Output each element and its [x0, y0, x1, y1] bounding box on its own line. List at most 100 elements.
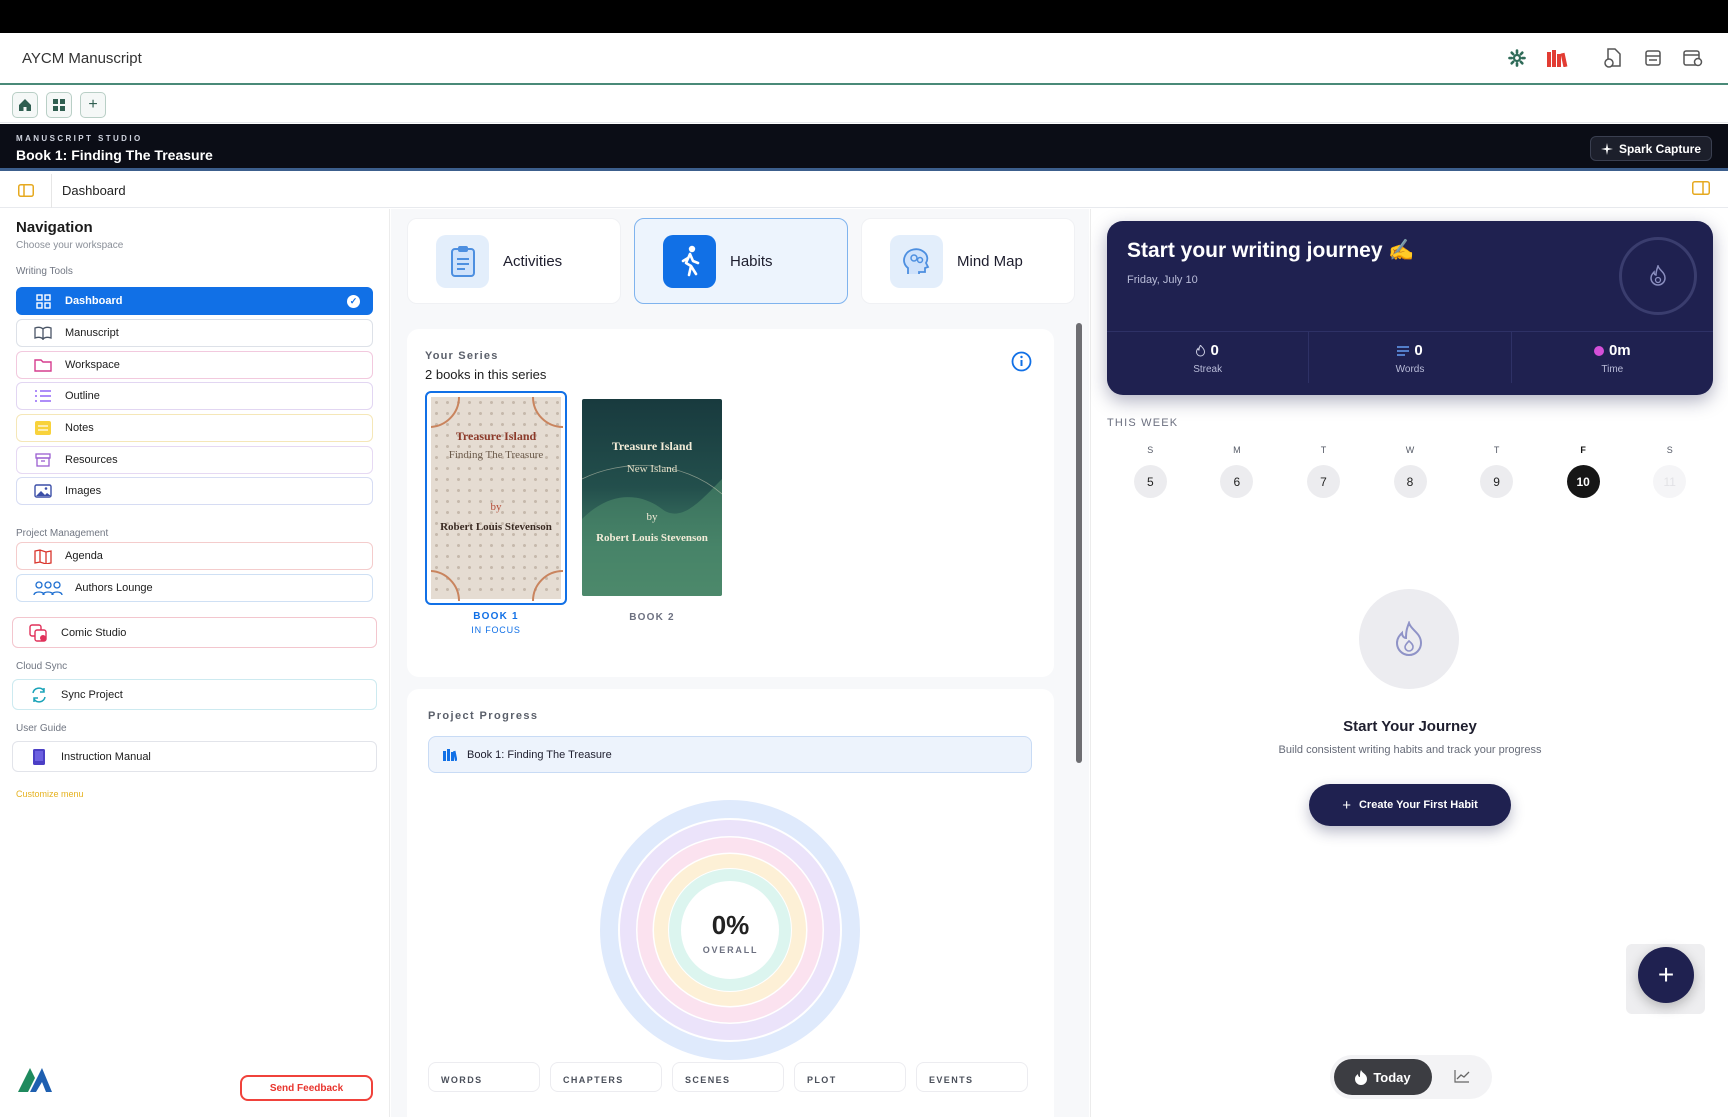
sidebar-item-authors-lounge[interactable]: Authors Lounge	[16, 574, 373, 602]
sidebar-item-label: Instruction Manual	[61, 750, 151, 763]
send-feedback-button[interactable]: Send Feedback	[240, 1075, 373, 1101]
project-progress-card: Project Progress Book 1: Finding The Tre…	[407, 689, 1054, 1117]
empty-state-subtitle: Build consistent writing habits and trac…	[1278, 744, 1542, 756]
new-tab-button[interactable]: +	[80, 91, 106, 118]
journey-card: Start your writing journey ✍ Friday, Jul…	[1107, 221, 1713, 395]
sidebar-item-sync-project[interactable]: Sync Project	[12, 679, 377, 710]
app-logo	[16, 1065, 54, 1098]
note-icon	[33, 419, 53, 437]
info-icon[interactable]	[1011, 351, 1032, 377]
book-open-icon	[33, 324, 53, 342]
cover-title: Treasure Island	[455, 429, 537, 443]
home-tab[interactable]	[12, 91, 38, 118]
sidebar-left-icon	[17, 184, 34, 197]
sidebar-item-images[interactable]: Images	[16, 477, 373, 505]
progress-book-label: Book 1: Finding The Treasure	[467, 748, 612, 761]
habits-panel: Start your writing journey ✍ Friday, Jul…	[1090, 209, 1728, 1117]
sidebar-item-resources[interactable]: Resources	[16, 446, 373, 474]
calendar-settings-icon[interactable]	[1680, 45, 1706, 71]
section-project-management: Project Management	[16, 528, 109, 539]
plus-icon: +	[1657, 959, 1675, 990]
sidebar-item-label: Outline	[65, 390, 100, 402]
sidebar-toggle[interactable]	[0, 173, 52, 208]
day-column[interactable]: T9	[1453, 435, 1540, 519]
cover-author: Robert Louis Stevenson	[596, 532, 708, 544]
day-number: 7	[1306, 465, 1340, 498]
section-cloud-sync: Cloud Sync	[16, 661, 68, 672]
sidebar-item-notes[interactable]: Notes	[16, 414, 373, 442]
flame-icon	[1395, 621, 1423, 656]
book-1[interactable]: Treasure Island Finding The Treasure by …	[425, 391, 567, 635]
words-label: Words	[1395, 364, 1425, 375]
spark-capture-button[interactable]: Spark Capture	[1589, 136, 1712, 161]
sidebar-item-comic-studio[interactable]: Comic Studio	[12, 617, 377, 648]
progress-book-selector[interactable]: Book 1: Finding The Treasure	[428, 736, 1032, 773]
sidebar-item-dashboard[interactable]: Dashboard ✓	[16, 287, 373, 315]
series-kicker: Your Series	[425, 350, 499, 362]
library-icon[interactable]	[1544, 45, 1570, 71]
cover-subtitle: Finding The Treasure	[448, 449, 544, 461]
streak-label: Streak	[1193, 364, 1223, 375]
sidebar-item-agenda[interactable]: Agenda	[16, 542, 373, 570]
sidebar-item-label: Images	[65, 485, 102, 497]
flame-icon	[1196, 344, 1206, 356]
manual-icon	[29, 748, 49, 766]
mode-habits[interactable]: Habits	[634, 218, 848, 304]
sidebar-item-label: Manuscript	[65, 327, 119, 339]
grid-tab[interactable]	[46, 91, 72, 118]
plus-icon: +	[1342, 796, 1351, 814]
day-column[interactable]: T7	[1280, 435, 1367, 519]
stat-time: 0m Time	[1512, 332, 1713, 383]
sidebar-item-manuscript[interactable]: Manuscript	[16, 319, 373, 347]
book-label: BOOK 2	[629, 612, 675, 623]
day-column: S 11	[1626, 435, 1713, 519]
tab-words[interactable]: WORDS	[428, 1062, 540, 1092]
mode-activities[interactable]: Activities	[407, 218, 621, 304]
mode-mind-map[interactable]: Mind Map	[861, 218, 1075, 304]
sidebar-item-outline[interactable]: Outline	[16, 382, 373, 410]
file-export-icon[interactable]	[1600, 45, 1626, 71]
sidebar-item-label: Workspace	[65, 359, 120, 371]
day-column-today[interactable]: F 10	[1540, 435, 1627, 519]
list-icon	[33, 387, 53, 405]
mode-label: Habits	[730, 252, 773, 270]
tab-chapters[interactable]: CHAPTERS	[550, 1062, 662, 1092]
day-column[interactable]: S5	[1107, 435, 1194, 519]
today-label: Today	[1373, 1069, 1411, 1085]
right-panel-toggle[interactable]	[1692, 181, 1710, 200]
customize-menu-link[interactable]: Customize menu	[16, 789, 84, 799]
tab-bar: +	[0, 87, 1728, 123]
mode-label: Activities	[503, 252, 563, 270]
day-number: 9	[1480, 465, 1514, 498]
tab-events[interactable]: EVENTS	[916, 1062, 1028, 1092]
sidebar-item-workspace[interactable]: Workspace	[16, 351, 373, 379]
header-toolbar	[1490, 45, 1706, 71]
add-fab-button[interactable]: +	[1638, 947, 1694, 1003]
flame-ring	[1619, 237, 1697, 315]
book-title: Book 1: Finding The Treasure	[16, 147, 213, 163]
sidebar-item-instruction-manual[interactable]: Instruction Manual	[12, 741, 377, 772]
book-2[interactable]: Treasure Island New Island by Robert Lou…	[582, 399, 722, 623]
book-cover: Treasure Island New Island by Robert Lou…	[582, 399, 722, 596]
create-habit-button[interactable]: + Create Your First Habit	[1309, 784, 1511, 826]
spark-capture-label: Spark Capture	[1618, 141, 1701, 156]
week-label: THIS WEEK	[1107, 417, 1179, 429]
sidebar-title: Navigation	[16, 219, 93, 236]
scrollbar[interactable]	[1076, 323, 1082, 763]
create-habit-label: Create Your First Habit	[1358, 799, 1478, 811]
trend-chart-icon[interactable]	[1454, 1069, 1470, 1088]
check-icon: ✓	[347, 294, 360, 308]
journey-date: Friday, July 10	[1127, 274, 1198, 286]
tab-plot[interactable]: PLOT	[794, 1062, 906, 1092]
print-icon[interactable]	[1640, 45, 1666, 71]
day-letter: F	[1580, 445, 1586, 455]
day-column[interactable]: M6	[1194, 435, 1281, 519]
grid-icon	[53, 98, 65, 111]
gear-icon[interactable]	[1504, 45, 1530, 71]
words-value: 0	[1414, 342, 1423, 359]
day-column[interactable]: W8	[1367, 435, 1454, 519]
today-button[interactable]: Today	[1334, 1059, 1432, 1095]
day-number: 8	[1393, 465, 1427, 498]
tab-scenes[interactable]: SCENES	[672, 1062, 784, 1092]
dot-icon	[1593, 345, 1604, 356]
